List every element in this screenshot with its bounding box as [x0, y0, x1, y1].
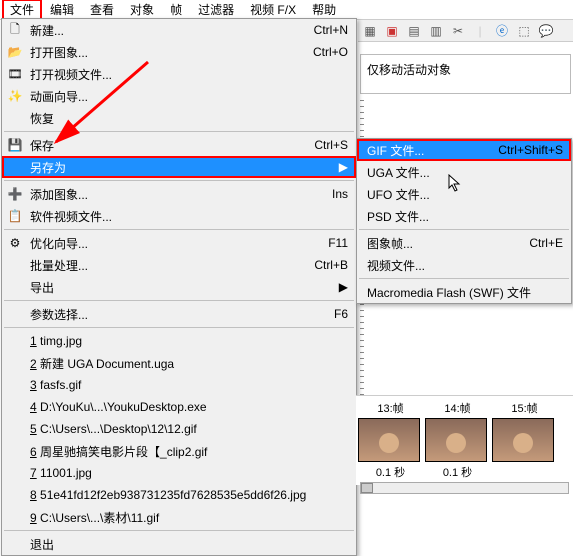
menu-frame[interactable]: 帧: [162, 0, 190, 20]
separator: [4, 229, 354, 230]
menu-save[interactable]: 💾 保存 Ctrl+S: [2, 134, 356, 156]
recent-9[interactable]: 9 C:\Users\...\素材\11.gif: [2, 506, 356, 528]
recent-5[interactable]: 5 C:\Users\...\Desktop\12\12.gif: [2, 418, 356, 440]
blank-icon: [6, 110, 24, 126]
submenu-arrow-icon: ▶: [338, 160, 348, 174]
menu-params[interactable]: 参数选择... F6: [2, 303, 356, 325]
menubar: 文件 编辑 查看 对象 帧 过滤器 视频 F/X 帮助: [0, 0, 573, 20]
menu-open-image[interactable]: 📂 打开图象... Ctrl+O: [2, 41, 356, 63]
blank-icon: [6, 279, 24, 295]
thumb-image: [492, 418, 554, 462]
submenu-image-frame[interactable]: 图象帧... Ctrl+E: [357, 232, 571, 254]
menu-edit[interactable]: 编辑: [42, 0, 82, 20]
menu-soft-video[interactable]: 📋 软件视频文件...: [2, 205, 356, 227]
menu-file[interactable]: 文件: [2, 0, 42, 20]
menu-optimize[interactable]: ⚙ 优化向导... F11: [2, 232, 356, 254]
menu-help[interactable]: 帮助: [304, 0, 344, 20]
menu-save-as[interactable]: 另存为 ▶: [2, 156, 356, 178]
frame-thumb[interactable]: 13:帧 0.1 秒: [358, 398, 423, 480]
blank-icon: [6, 257, 24, 273]
menu-new[interactable]: 🗋 新建... Ctrl+N: [2, 19, 356, 41]
blank-icon: [6, 536, 24, 552]
horizontal-scrollbar[interactable]: [360, 482, 569, 494]
separator: [4, 327, 354, 328]
menu-export[interactable]: 导出 ▶: [2, 276, 356, 298]
wizard-icon: ✨: [6, 88, 24, 104]
separator: [4, 530, 354, 531]
open-icon: 📂: [6, 44, 24, 60]
blank-icon: [6, 159, 24, 175]
tool-copy-icon[interactable]: ▤: [406, 24, 422, 38]
menu-exit[interactable]: 退出: [2, 533, 356, 555]
save-as-submenu: GIF 文件... Ctrl+Shift+S UGA 文件... UFO 文件.…: [356, 138, 572, 304]
menu-videofx[interactable]: 视频 F/X: [242, 0, 304, 20]
toolbar: ▦ ▣ ▤ ▥ ✂ | ⓔ ⬚ 💬: [358, 20, 573, 42]
recent-7[interactable]: 7 11001.jpg: [2, 462, 356, 484]
menu-batch[interactable]: 批量处理... Ctrl+B: [2, 254, 356, 276]
thumb-image: [425, 418, 487, 462]
submenu-uga[interactable]: UGA 文件...: [357, 161, 571, 183]
tool-ie-icon[interactable]: ⓔ: [494, 22, 510, 39]
soft-icon: 📋: [6, 208, 24, 224]
frame-thumbnails: 13:帧 0.1 秒 14:帧 0.1 秒 15:帧: [356, 395, 573, 485]
menu-anim-wizard[interactable]: ✨ 动画向导...: [2, 85, 356, 107]
menu-filter[interactable]: 过滤器: [190, 0, 242, 20]
blank-icon: [6, 306, 24, 322]
menu-restore[interactable]: 恢复: [2, 107, 356, 129]
tool-sep: |: [472, 24, 488, 38]
recent-1[interactable]: 1 timg.jpg: [2, 330, 356, 352]
separator: [359, 278, 569, 279]
frame-thumb[interactable]: 15:帧: [492, 398, 557, 464]
recent-4[interactable]: 4 D:\YouKu\...\YoukuDesktop.exe: [2, 396, 356, 418]
submenu-gif[interactable]: GIF 文件... Ctrl+Shift+S: [357, 139, 571, 161]
recent-2[interactable]: 2 新建 UGA Document.uga: [2, 352, 356, 374]
tool-stop-icon[interactable]: ⬚: [516, 24, 532, 38]
separator: [4, 300, 354, 301]
menu-open-video[interactable]: 🎞 打开视频文件...: [2, 63, 356, 85]
tool-cut-icon[interactable]: ✂: [450, 24, 466, 38]
separator: [4, 131, 354, 132]
tool-window-icon[interactable]: ▣: [384, 24, 400, 38]
add-icon: ➕: [6, 186, 24, 202]
frame-thumb[interactable]: 14:帧 0.1 秒: [425, 398, 490, 480]
separator: [359, 229, 569, 230]
tool-chat-icon[interactable]: 💬: [538, 24, 554, 38]
submenu-swf[interactable]: Macromedia Flash (SWF) 文件: [357, 281, 571, 303]
recent-8[interactable]: 8 51e41fd12f2eb938731235fd7628535e5dd6f2…: [2, 484, 356, 506]
menu-object[interactable]: 对象: [122, 0, 162, 20]
submenu-ufo[interactable]: UFO 文件...: [357, 183, 571, 205]
tool-grid-icon[interactable]: ▦: [362, 24, 378, 38]
submenu-video[interactable]: 视频文件...: [357, 254, 571, 276]
optimize-icon: ⚙: [6, 235, 24, 251]
submenu-psd[interactable]: PSD 文件...: [357, 205, 571, 227]
status-text: 仅移动活动对象: [360, 54, 571, 94]
menu-add-image[interactable]: ➕ 添加图象... Ins: [2, 183, 356, 205]
menu-view[interactable]: 查看: [82, 0, 122, 20]
video-icon: 🎞: [6, 66, 24, 82]
file-menu-dropdown: 🗋 新建... Ctrl+N 📂 打开图象... Ctrl+O 🎞 打开视频文件…: [1, 18, 357, 556]
thumb-image: [358, 418, 420, 462]
submenu-arrow-icon: ▶: [338, 280, 348, 294]
tool-paste-icon[interactable]: ▥: [428, 24, 444, 38]
recent-6[interactable]: 6 周星驰搞笑电影片段【_clip2.gif: [2, 440, 356, 462]
separator: [4, 180, 354, 181]
save-icon: 💾: [6, 137, 24, 153]
scrollbar-thumb[interactable]: [361, 483, 373, 493]
recent-3[interactable]: 3 fasfs.gif: [2, 374, 356, 396]
new-icon: 🗋: [6, 22, 24, 38]
